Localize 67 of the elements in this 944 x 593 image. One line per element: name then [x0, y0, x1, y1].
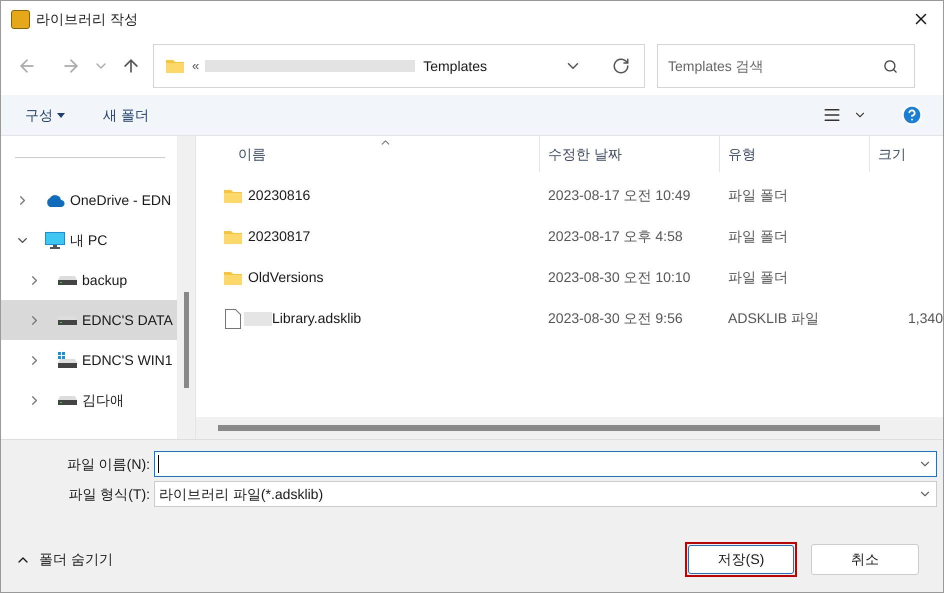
search-box[interactable]: Templates 검색	[657, 44, 915, 88]
folder-icon	[224, 188, 242, 202]
sidebar-item[interactable]: EDNC'S DATA	[1, 300, 177, 340]
refresh-icon[interactable]	[612, 57, 630, 75]
filename-label: 파일 이름(N):	[66, 454, 151, 474]
file-name: 20230817	[248, 227, 310, 246]
sidebar-label: backup	[82, 270, 128, 290]
scrollbar-thumb[interactable]	[184, 292, 188, 388]
hide-folders-button[interactable]: 폴더 숨기기	[15, 549, 113, 570]
text-cursor	[158, 455, 159, 473]
sidebar-label: OneDrive - EDN	[70, 190, 172, 210]
file-row[interactable]: 20230817 2023-08-17 오후 4:58 파일 폴더	[196, 216, 943, 257]
help-icon[interactable]	[901, 104, 923, 126]
folder-icon	[224, 270, 242, 284]
drive-icon	[58, 276, 76, 284]
current-folder-label: Templates	[423, 56, 488, 76]
file-row[interactable]: Library.adsklib 2023-08-30 오전 9:56 ADSKLIB 파일 1,340	[196, 298, 943, 339]
app-logo-icon	[11, 10, 30, 28]
column-header[interactable]: 크기	[870, 136, 943, 172]
file-size: 1,340	[908, 309, 943, 328]
sidebar-label: EDNC'S DATA	[82, 310, 173, 330]
search-icon	[883, 58, 898, 74]
file-type: 파일 폴더	[727, 227, 789, 246]
cancel-button[interactable]: 취소	[811, 544, 919, 575]
new-folder-button[interactable]: 새 폴더	[103, 104, 149, 126]
file-type: ADSKLIB 파일	[727, 309, 820, 328]
file-type: 파일 폴더	[727, 268, 789, 287]
file-name: OldVersions	[248, 268, 324, 287]
sidebar-item[interactable]: 내 PC	[1, 220, 177, 260]
folder-icon	[224, 230, 242, 244]
modified-date: 2023-08-17 오전 10:49	[547, 186, 692, 205]
file-type: 파일 폴더	[727, 186, 789, 205]
folder-icon	[166, 59, 184, 73]
file-row[interactable]: 20230816 2023-08-17 오전 10:49 파일 폴더	[196, 175, 943, 216]
view-list-icon[interactable]	[823, 106, 841, 124]
file-name: Library.adsklib	[272, 309, 362, 328]
save-button[interactable]: 저장(S)	[688, 545, 794, 574]
filename-field[interactable]	[154, 451, 937, 477]
modified-date: 2023-08-30 오전 10:10	[547, 268, 692, 287]
monitor-icon	[45, 232, 65, 248]
window-title: 라이브러리 작성	[36, 10, 138, 28]
column-header[interactable]: 유형	[720, 136, 870, 172]
column-header[interactable]: 수정한 날짜	[540, 136, 720, 172]
caret-icon[interactable]	[57, 112, 65, 118]
sidebar-item[interactable]: 김다애	[1, 380, 177, 420]
horizontal-scrollbar-thumb[interactable]	[218, 425, 880, 431]
sidebar-item[interactable]: OneDrive - EDN	[1, 180, 177, 220]
modified-date: 2023-08-30 오전 9:56	[547, 309, 684, 328]
system-drive-icon	[58, 352, 76, 368]
search-field[interactable]: Templates 검색	[668, 56, 883, 76]
sidebar-label: EDNC'S WIN1	[82, 350, 173, 370]
filetype-label: 파일 형식(T):	[67, 484, 151, 504]
path-overflow-marker: «	[192, 57, 200, 76]
column-header[interactable]: 이름	[196, 136, 540, 172]
file-icon	[225, 308, 241, 328]
sidebar-item[interactable]: backup	[1, 260, 177, 300]
modified-date: 2023-08-17 오후 4:58	[547, 227, 684, 246]
cloud-icon	[45, 194, 65, 206]
file-row[interactable]: OldVersions 2023-08-30 오전 10:10 파일 폴더	[196, 257, 943, 298]
sidebar-label: 김다애	[82, 390, 124, 410]
organize-button[interactable]: 구성	[25, 104, 65, 126]
address-bar[interactable]: « Templates	[153, 44, 645, 88]
filetype-dropdown[interactable]: 라이브러리 파일(*.adsklib)	[154, 481, 937, 507]
drive-icon	[58, 396, 76, 404]
file-name: 20230816	[248, 186, 310, 205]
sidebar-label: 내 PC	[70, 230, 108, 250]
sidebar-item[interactable]: EDNC'S WIN1	[1, 340, 177, 380]
